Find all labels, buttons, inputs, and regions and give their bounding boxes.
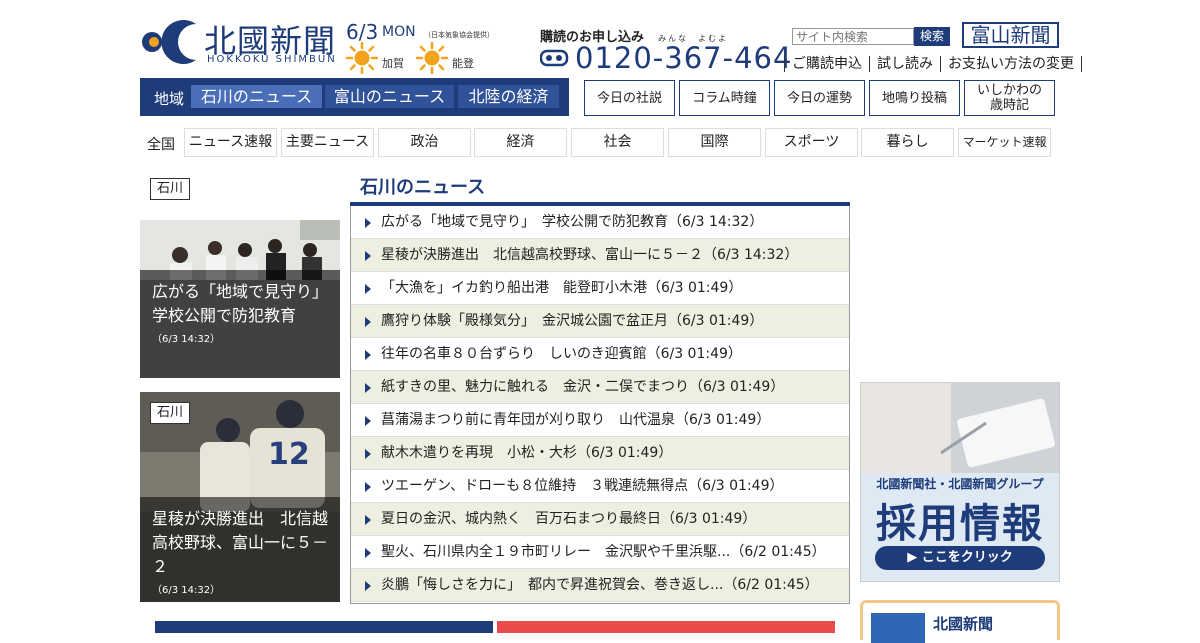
news-item[interactable]: 献木木遣りを再現 小松・大杉（6/3 01:49） [351,437,849,470]
bullet-arrow-icon [365,218,371,228]
photo-story-2[interactable]: 12 石川 星稜が決勝進出 北信越高校野球、富山一に５－２ （6/3 14:32… [140,392,340,602]
hokkoku-logo[interactable]: 北國新聞 HOKKOKU SHIMBUN [140,16,340,66]
news-item-text: ツエーゲン、ドローも８位維持 ３戦連続無得点（6/3 01:49） [381,478,784,494]
region-label: 地域 [154,90,185,108]
bullet-arrow-icon [365,581,371,591]
day-of-week: MON [382,24,416,40]
bullet-arrow-icon [365,449,371,459]
tab-sports[interactable]: スポーツ [765,128,858,157]
bullet-arrow-icon [365,350,371,360]
news-section-title: 石川のニュース [360,177,486,198]
news-item-text: 星稜が決勝進出 北信越高校野球、富山一に５－２（6/3 14:32） [381,247,799,263]
news-item-text: 菖蒲湯まつり前に青年団が刈り取り 山代温泉（6/3 01:49） [381,412,771,428]
bottom-banner-left[interactable] [155,621,493,633]
recruit-subtitle: 北國新聞社・北國新聞グループ [876,477,1044,491]
subscribe-phone[interactable]: 0120-367-464 [575,41,792,75]
news-list: 広がる「地域で見守り」 学校公開で防犯教育（6/3 14:32） 星稜が決勝進出… [350,206,850,604]
sun-icon [416,42,448,74]
recruit-banner[interactable]: 北國新聞社・北國新聞グループ 採用情報 ▶ ここをクリック [860,382,1060,582]
bullet-arrow-icon [365,383,371,393]
payment-change-link[interactable]: お支払い方法の変更 [940,56,1082,72]
bullet-arrow-icon [365,482,371,492]
news-item-text: 鷹狩り体験「殿様気分」 金沢城公園で盆正月（6/3 01:49） [381,313,764,329]
tab-toyama-news[interactable]: 富山のニュース [325,85,454,108]
news-item-text: 夏日の金沢、城内熱く 百万石まつり最終日（6/3 01:49） [381,511,757,527]
search-button[interactable]: 検索 [914,27,950,46]
photo-caption: 広がる「地域で見守り」 学校公開で防犯教育 （6/3 14:32） [140,270,340,378]
weather-source[interactable]: （日本気象協会提供） [424,30,494,40]
tab-society[interactable]: 社会 [571,128,664,157]
bullet-arrow-icon [365,284,371,294]
tab-ishikawa-news[interactable]: 石川のニュース [191,85,322,108]
bullet-arrow-icon [365,515,371,525]
ishikawa-calendar-button[interactable]: いしかわの 歳時記 [964,80,1055,116]
section-tag-ishikawa: 石川 [150,178,191,200]
fortune-button[interactable]: 今日の運勢 [774,80,865,116]
news-item-text: 聖火、石川県内全１９市町リレー 金沢駅や千里浜駆...（6/2 01:45） [381,544,826,560]
subscribe-apply-link[interactable]: ご購読申込 [784,56,869,72]
news-item-text: 献木木遣りを再現 小松・大杉（6/3 01:49） [381,445,673,461]
tab-international[interactable]: 国際 [668,128,761,157]
news-item-text: 紙すきの里、魅力に触れる 金沢・二俣でまつり（6/3 01:49） [381,379,785,395]
tab-hokuriku-economy[interactable]: 北陸の経済 [458,85,559,108]
hokkoku-promo-banner[interactable]: 北國新聞 [860,600,1060,643]
news-item[interactable]: 鷹狩り体験「殿様気分」 金沢城公園で盆正月（6/3 01:49） [351,305,849,338]
recruit-photo-image [861,383,1059,473]
bullet-arrow-icon [365,317,371,327]
photo-tag: 石川 [150,402,191,424]
logo-mark-icon [142,20,196,64]
subscription-links: ご購読申込 試し読み お支払い方法の変更 [784,56,1082,72]
weather-area-label: 能登 [452,57,474,70]
genre-national-label[interactable]: 全国 [147,134,175,154]
photo-title: 広がる「地域で見守り」 学校公開で防犯教育 [152,282,337,325]
news-item-text: 炎鵬「悔しさを力に」 都内で昇進祝賀会、巻き返し...（6/2 01:45） [381,577,819,593]
photo-caption: 星稜が決勝進出 北信越高校野球、富山一に５－２ （6/3 14:32） [140,497,340,602]
sun-icon [346,42,378,74]
tab-breaking-news[interactable]: ニュース速報 [184,128,277,157]
tab-politics[interactable]: 政治 [378,128,471,157]
news-item[interactable]: 夏日の金沢、城内熱く 百万石まつり最終日（6/3 01:49） [351,503,849,536]
photo-story-1[interactable]: 広がる「地域で見守り」 学校公開で防犯教育 （6/3 14:32） [140,220,340,378]
news-item-text: 「大漁を」イカ釣り船出港 能登町小木港（6/3 01:49） [381,280,743,296]
site-search-input[interactable] [792,28,914,45]
bottom-banner-right[interactable] [497,621,835,633]
tab-economy[interactable]: 経済 [474,128,567,157]
bullet-arrow-icon [365,548,371,558]
photo-title: 星稜が決勝進出 北信越高校野球、富山一に５－２ [152,509,329,576]
weather-area-label: 加賀 [382,57,404,70]
news-item[interactable]: 炎鵬「悔しさを力に」 都内で昇進祝賀会、巻き返し...（6/2 01:45） [351,569,849,602]
svg-text:12: 12 [268,437,310,472]
editorial-button[interactable]: 今日の社説 [584,80,675,116]
promo-text: 北國新聞 [933,615,994,633]
news-item[interactable]: 広がる「地域で見守り」 学校公開で防犯教育（6/3 14:32） [351,206,849,239]
news-item[interactable]: 聖火、石川県内全１９市町リレー 金沢駅や千里浜駆...（6/2 01:45） [351,536,849,569]
tab-living[interactable]: 暮らし [861,128,954,157]
news-item[interactable]: 往年の名車８０台ずらり しいのき迎賓館（6/3 01:49） [351,338,849,371]
column-jisho-button[interactable]: コラム時鐘 [679,80,770,116]
freedial-icon [540,49,569,67]
current-date: 6/3 [346,20,379,44]
bullet-arrow-icon [365,251,371,261]
bullet-arrow-icon [365,416,371,426]
photo-date: （6/3 14:32） [152,585,221,596]
trial-read-link[interactable]: 試し読み [869,56,940,72]
logo-roman: HOKKOKU SHIMBUN [207,54,337,65]
news-item-text: 広がる「地域で見守り」 学校公開で防犯教育（6/3 14:32） [381,214,764,230]
reader-post-button[interactable]: 地鳴り投稿 [869,80,960,116]
tab-major-news[interactable]: 主要ニュース [281,128,374,157]
news-item[interactable]: 紙すきの里、魅力に触れる 金沢・二俣でまつり（6/3 01:49） [351,371,849,404]
news-item-text: 往年の名車８０台ずらり しいのき迎賓館（6/3 01:49） [381,346,742,362]
photo-date: （6/3 14:32） [152,334,221,345]
news-item[interactable]: 菖蒲湯まつり前に青年団が刈り取り 山代温泉（6/3 01:49） [351,404,849,437]
recruit-click-button[interactable]: ▶ ここをクリック [875,546,1045,570]
tab-market-news[interactable]: マーケット速報 [958,128,1051,157]
recruit-title: 採用情報 [876,501,1044,547]
toyama-shimbun-link[interactable]: 富山新聞 [962,22,1059,48]
region-nav: 地域 石川のニュース 富山のニュース 北陸の経済 [140,78,569,116]
promo-logo-icon [871,613,925,643]
news-item[interactable]: 星稜が決勝進出 北信越高校野球、富山一に５－２（6/3 14:32） [351,239,849,272]
news-item[interactable]: 「大漁を」イカ釣り船出港 能登町小木港（6/3 01:49） [351,272,849,305]
news-item[interactable]: ツエーゲン、ドローも８位維持 ３戦連続無得点（6/3 01:49） [351,470,849,503]
